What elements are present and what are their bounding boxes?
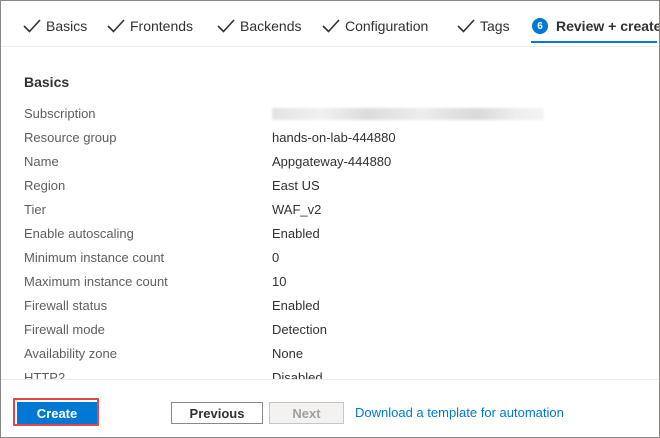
- tab-label: Tags: [480, 18, 510, 34]
- summary-row-subscription: Subscription: [1, 104, 659, 124]
- step-number-badge: 6: [532, 18, 548, 34]
- row-value: hands-on-lab-444880: [272, 130, 396, 145]
- row-label: Subscription: [24, 106, 96, 121]
- summary-row-tier: Tier WAF_v2: [1, 200, 659, 220]
- summary-row-availability-zone: Availability zone None: [1, 344, 659, 364]
- checkmark-icon: [457, 18, 475, 34]
- row-value: East US: [272, 178, 320, 193]
- tab-configuration[interactable]: Configuration: [322, 15, 428, 37]
- summary-row-min-instances: Minimum instance count 0: [1, 248, 659, 268]
- active-tab-indicator: [531, 41, 657, 43]
- row-value: WAF_v2: [272, 202, 322, 217]
- summary-row-max-instances: Maximum instance count 10: [1, 272, 659, 292]
- wizard-tabs: Basics Frontends Backends Configuration …: [1, 1, 659, 47]
- row-value: 10: [272, 274, 287, 289]
- checkmark-icon: [217, 18, 235, 34]
- tab-backends[interactable]: Backends: [217, 15, 301, 37]
- tab-frontends[interactable]: Frontends: [107, 15, 193, 37]
- row-value: Enabled: [272, 226, 320, 241]
- tab-label: Backends: [240, 18, 302, 34]
- row-value: Detection: [272, 322, 327, 337]
- row-label: Region: [24, 178, 66, 193]
- previous-button[interactable]: Previous: [171, 402, 263, 424]
- section-title: Basics: [24, 74, 70, 90]
- row-label: Resource group: [24, 130, 117, 145]
- create-button[interactable]: Create: [17, 402, 97, 424]
- row-label: Name: [24, 154, 59, 169]
- summary-row-resource-group: Resource group hands-on-lab-444880: [1, 128, 659, 148]
- tab-tags[interactable]: Tags: [457, 15, 510, 37]
- row-label: Availability zone: [24, 346, 117, 361]
- tab-label: Basics: [46, 18, 88, 34]
- row-label: Enable autoscaling: [24, 226, 134, 241]
- tab-label: Review + create: [556, 18, 660, 34]
- tab-label: Frontends: [130, 18, 194, 34]
- row-label: Firewall mode: [24, 322, 105, 337]
- summary-row-firewall-status: Firewall status Enabled: [1, 296, 659, 316]
- redacted-subscription-value: [272, 108, 544, 120]
- checkmark-icon: [322, 18, 340, 34]
- footer-bar: Create Previous Next Download a template…: [1, 379, 659, 437]
- checkmark-icon: [23, 18, 41, 34]
- row-value: Appgateway-444880: [272, 154, 392, 169]
- next-button[interactable]: Next: [269, 402, 344, 424]
- row-label: Minimum instance count: [24, 250, 165, 265]
- tabs-divider: [1, 46, 659, 47]
- row-label: Tier: [24, 202, 46, 217]
- tab-review-create[interactable]: 6 Review + create: [532, 15, 660, 37]
- row-value: Enabled: [272, 298, 320, 313]
- checkmark-icon: [107, 18, 125, 34]
- summary-row-firewall-mode: Firewall mode Detection: [1, 320, 659, 340]
- row-label: Firewall status: [24, 298, 108, 313]
- tab-label: Configuration: [345, 18, 429, 34]
- row-label: Maximum instance count: [24, 274, 168, 289]
- summary-row-region: Region East US: [1, 176, 659, 196]
- summary-row-autoscaling: Enable autoscaling Enabled: [1, 224, 659, 244]
- row-value: None: [272, 346, 304, 361]
- tab-basics[interactable]: Basics: [23, 15, 87, 37]
- review-create-panel: Basics Frontends Backends Configuration …: [0, 0, 660, 438]
- summary-row-name: Name Appgateway-444880: [1, 152, 659, 172]
- row-value: 0: [272, 250, 280, 265]
- download-template-link[interactable]: Download a template for automation: [355, 405, 564, 420]
